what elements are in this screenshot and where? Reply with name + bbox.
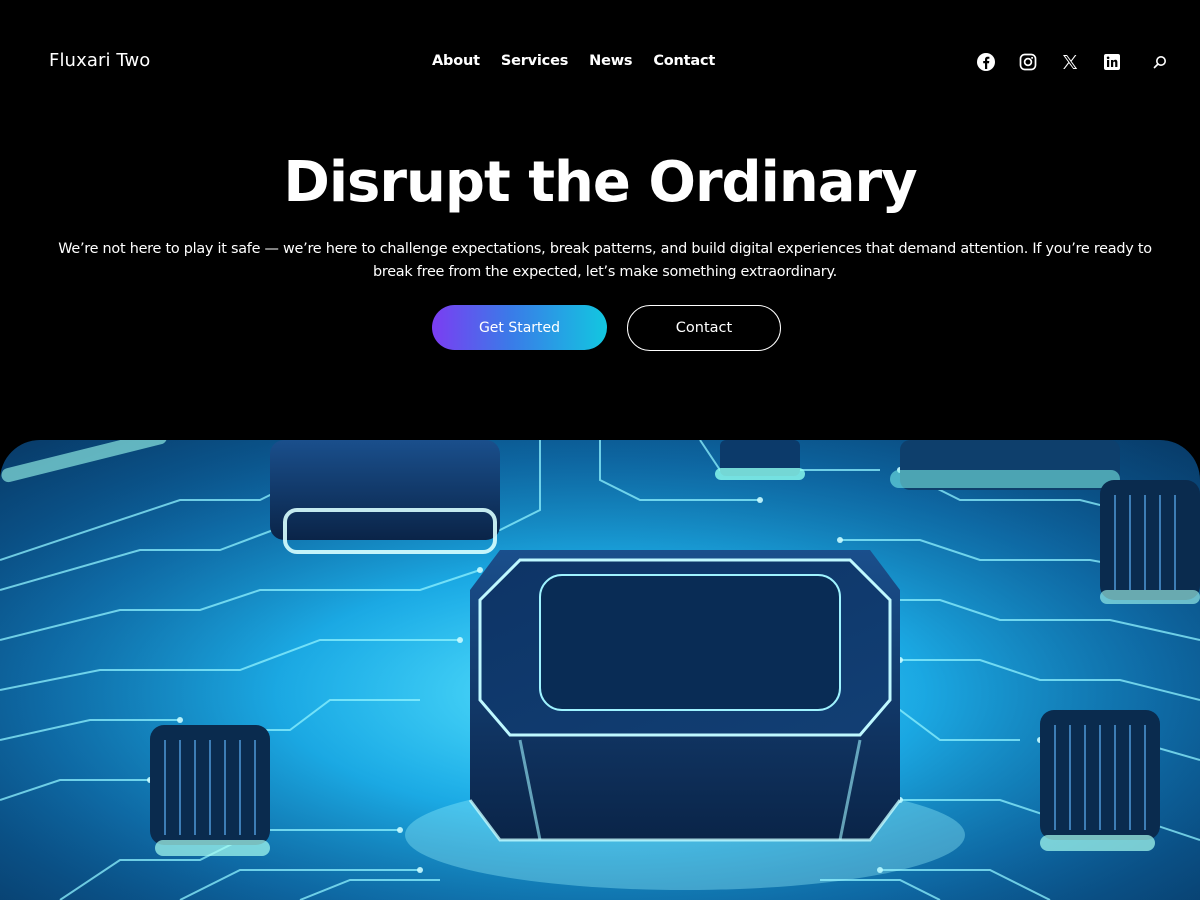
search-icon[interactable] bbox=[1152, 54, 1168, 70]
nav-contact[interactable]: Contact bbox=[653, 53, 715, 69]
facebook-icon[interactable] bbox=[976, 52, 996, 72]
contact-button[interactable]: Contact bbox=[627, 305, 781, 351]
x-icon[interactable] bbox=[1060, 52, 1080, 72]
nav-news[interactable]: News bbox=[589, 53, 632, 69]
nav-about[interactable]: About bbox=[432, 53, 480, 69]
nav-services[interactable]: Services bbox=[501, 53, 569, 69]
instagram-icon[interactable] bbox=[1018, 52, 1038, 72]
get-started-button[interactable]: Get Started bbox=[432, 305, 607, 350]
hero-description: We’re not here to play it safe — we’re h… bbox=[58, 241, 1152, 280]
circuit-board-illustration bbox=[0, 440, 1200, 900]
site-header: Fluxari Two About Services News Contact bbox=[0, 0, 1200, 124]
hero-image-circuit-board bbox=[0, 440, 1200, 900]
linkedin-icon[interactable] bbox=[1102, 52, 1122, 72]
social-links bbox=[976, 52, 1168, 72]
hero-title: Disrupt the Ordinary bbox=[283, 150, 917, 215]
main-nav: About Services News Contact bbox=[432, 53, 715, 69]
hero-buttons: Get Started Contact bbox=[0, 305, 1200, 351]
site-title[interactable]: Fluxari Two bbox=[49, 50, 150, 71]
